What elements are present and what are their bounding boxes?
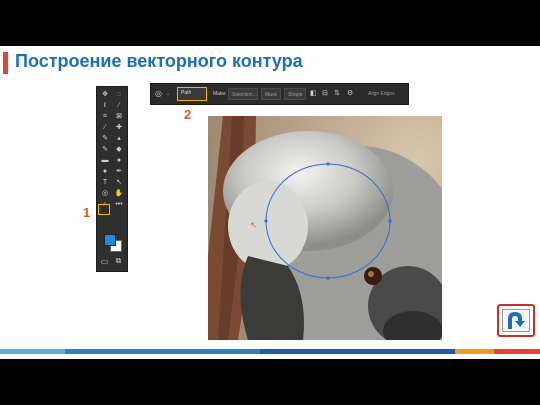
path-selection-icon[interactable]: ↖: [112, 177, 126, 188]
tools-bottom-row: ▭ ⧉: [97, 254, 125, 268]
footer-stripe-3: [260, 349, 456, 354]
return-button-face: [502, 309, 530, 332]
move-icon[interactable]: ✥: [98, 89, 112, 100]
settings-gear-icon[interactable]: ⚙: [347, 88, 353, 100]
slide: Построение векторного контура ✥ ◌ ℓ ⁄ ⌗ …: [0, 46, 540, 359]
eyedropper-icon[interactable]: ⁄: [98, 122, 112, 133]
ellipse-tool-preset-icon[interactable]: ◎: [155, 88, 162, 100]
koala-photo-canvas[interactable]: ↖: [208, 116, 442, 340]
return-arrow-icon: [508, 311, 525, 329]
make-mask-button[interactable]: Mask: [261, 88, 281, 100]
selected-tool-highlight: [98, 204, 110, 215]
options-bar: ◎ ⌄ Path Make: Selection... Mask Shape ◧…: [150, 83, 409, 105]
svg-text:↖: ↖: [250, 220, 258, 230]
make-shape-button[interactable]: Shape: [284, 88, 306, 100]
slide-title: Построение векторного контура: [15, 51, 303, 71]
lasso-icon[interactable]: ℓ: [98, 100, 112, 111]
return-button[interactable]: [497, 304, 535, 337]
path-operations-icon[interactable]: ◧: [310, 88, 317, 100]
more-icon[interactable]: •••: [112, 199, 126, 210]
callout-1: 1: [83, 205, 91, 220]
footer-stripe-5: [494, 349, 540, 354]
blur-icon[interactable]: ●: [112, 155, 126, 166]
title-accent-bar: [3, 52, 8, 74]
path-alignment-icon[interactable]: ⊟: [322, 88, 328, 100]
frame-icon[interactable]: ⊠: [112, 111, 126, 122]
mode-select[interactable]: Path: [177, 87, 207, 101]
clone-stamp-icon[interactable]: ▴: [112, 133, 126, 144]
eraser-icon[interactable]: ◆: [112, 144, 126, 155]
path-arrangement-icon[interactable]: ⇅: [334, 88, 340, 100]
make-selection-button[interactable]: Selection...: [228, 88, 258, 100]
gradient-icon[interactable]: ▬: [98, 155, 112, 166]
footer-stripe-2: [65, 349, 261, 354]
quick-mask-icon[interactable]: ▭: [101, 257, 109, 266]
screen-mode-icon[interactable]: ⧉: [116, 256, 122, 266]
pen-icon[interactable]: ✒: [112, 166, 126, 177]
footer-stripe-1: [0, 349, 66, 354]
footer-stripe-4: [455, 349, 495, 354]
koala-image: ↖: [208, 116, 442, 340]
foreground-color-swatch[interactable]: [104, 234, 116, 246]
color-swatches: [104, 234, 122, 252]
dodge-icon[interactable]: ●: [98, 166, 112, 177]
crop-icon[interactable]: ⌗: [98, 111, 112, 122]
marquee-icon[interactable]: ◌: [112, 89, 126, 100]
healing-brush-icon[interactable]: ✚: [112, 122, 126, 133]
tools-grid: ✥ ◌ ℓ ⁄ ⌗ ⊠ ⁄ ✚ ✎ ▴ ✎ ◆ ▬ ● ● ✒ T ↖ ◎ ✋ …: [98, 89, 126, 210]
type-icon[interactable]: T: [98, 177, 112, 188]
preset-dropdown-chevron-icon[interactable]: ⌄: [166, 88, 170, 100]
callout-2: 2: [184, 107, 192, 122]
make-label: Make:: [213, 91, 227, 97]
hand-icon[interactable]: ✋: [112, 188, 126, 199]
ellipse-icon[interactable]: ◎: [98, 188, 112, 199]
align-edges-option[interactable]: Align Edges: [368, 88, 395, 100]
brush-icon[interactable]: ✎: [98, 133, 112, 144]
tools-panel: ✥ ◌ ℓ ⁄ ⌗ ⊠ ⁄ ✚ ✎ ▴ ✎ ◆ ▬ ● ● ✒ T ↖ ◎ ✋ …: [96, 86, 128, 272]
history-brush-icon[interactable]: ✎: [98, 144, 112, 155]
footer-color-stripe: [0, 349, 540, 354]
magic-wand-icon[interactable]: ⁄: [112, 100, 126, 111]
